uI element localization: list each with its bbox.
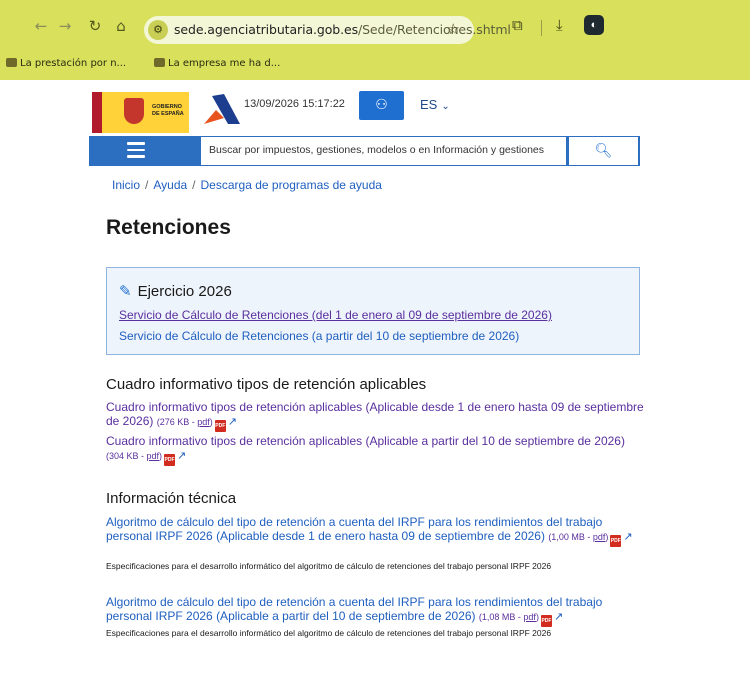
user-account-icon[interactable]: ⚇ — [359, 91, 404, 120]
breadcrumb-home[interactable]: Inicio — [112, 178, 140, 192]
file-size-close: ) — [535, 611, 539, 622]
browser-toolbar: ← → ↻ ⌂ ⚙ sede.agenciatributaria.gob.es/… — [0, 0, 750, 80]
url-host: sede.agenciatributaria.gob.es — [174, 22, 358, 37]
file-size-text: (1,08 MB - — [478, 611, 524, 622]
main-navbar: Buscar por impuestos, gestiones, modelos… — [89, 136, 640, 166]
bookmark-label: La empresa me ha d... — [168, 58, 281, 69]
algoritmo-spec-2: Especificaciones para el desarrollo info… — [106, 628, 552, 638]
file-size: (1,08 MB - pdf) — [479, 612, 539, 622]
pdf-icon: PDF — [164, 453, 176, 466]
bookmark-item[interactable]: La empresa me ha d... — [154, 58, 280, 69]
home-icon[interactable]: ⌂ — [110, 14, 132, 38]
pdf-icon: PDF — [540, 614, 552, 627]
file-size-close: ) — [605, 531, 609, 542]
external-link-icon: ↗ — [623, 529, 633, 543]
file-format: pdf — [592, 531, 606, 542]
session-datetime: 13/09/2026 15:17:22 — [244, 98, 345, 110]
file-size-text: (304 KB - — [106, 450, 147, 461]
breadcrumb-separator: / — [145, 178, 149, 192]
external-link-icon: ↗ — [227, 414, 237, 428]
cuadro-link-1[interactable]: Cuadro informativo tipos de retención ap… — [106, 400, 646, 432]
page-title: Retenciones — [106, 216, 231, 239]
forward-icon[interactable]: → — [54, 14, 76, 38]
file-format: pdf — [523, 611, 536, 622]
file-size-text: (276 KB - — [156, 416, 198, 427]
address-bar[interactable]: ⚙ sede.agenciatributaria.gob.es/Sede/Ret… — [144, 16, 511, 44]
file-size-close: ) — [209, 416, 213, 427]
reload-icon[interactable]: ↻ — [84, 14, 106, 38]
algoritmo-link-text: Algoritmo de cálculo del tipo de retenci… — [106, 515, 603, 543]
tecnica-heading: Información técnica — [106, 490, 237, 507]
pdf-icon: PDF — [214, 419, 226, 432]
url-path: /Sede/Retenciones.shtml — [357, 22, 511, 37]
breadcrumb-descarga[interactable]: Descarga de programas de ayuda — [201, 178, 382, 192]
address-row: ← → ↻ ⌂ ⚙ sede.agenciatributaria.gob.es/… — [0, 14, 750, 44]
language-code: ES — [420, 97, 438, 112]
algoritmo-link-2[interactable]: Algoritmo de cálculo del tipo de retenci… — [106, 595, 646, 627]
toolbar-divider — [541, 20, 542, 36]
cuadro-link-text: Cuadro informativo tipos de retención ap… — [106, 434, 625, 448]
file-size: (1,00 MB - pdf) — [548, 532, 608, 542]
file-format: pdf — [146, 450, 160, 461]
profile-avatar-icon[interactable]: ◐ — [584, 15, 604, 35]
breadcrumb: Inicio / Ayuda / Descarga de programas de ay… — [112, 178, 382, 192]
site-info-icon[interactable]: ⚙ — [148, 20, 168, 40]
language-selector[interactable]: ES ⌄ — [420, 97, 450, 112]
ejercicio-title-text: Ejercicio 2026 — [137, 283, 232, 300]
bookmark-item[interactable]: La prestación por n... — [6, 58, 126, 69]
search-icon[interactable]: 🔍︎ — [569, 137, 638, 165]
gobierno-logo[interactable]: GOBIERNO DE ESPAÑA — [92, 92, 189, 133]
search-placeholder: Buscar por impuestos, gestiones, modelos… — [209, 144, 545, 156]
gobierno-logo-text: GOBIERNO DE ESPAÑA — [152, 104, 184, 117]
menu-icon[interactable] — [127, 142, 145, 158]
bookmark-favicon-icon — [154, 58, 165, 67]
ejercicio-title: ✎ Ejercicio 2026 — [119, 282, 232, 300]
algoritmo-link-1[interactable]: Algoritmo de cálculo del tipo de retenci… — [106, 515, 646, 547]
bookmark-favicon-icon — [6, 58, 17, 67]
file-size: (276 KB - pdf) — [157, 417, 213, 427]
pdf-icon: PDF — [610, 534, 622, 547]
algoritmo-spec-1: Especificaciones para el desarrollo info… — [106, 561, 552, 571]
calculo-link-desde-sept[interactable]: Servicio de Cálculo de Retenciones (a pa… — [119, 329, 519, 343]
download-icon[interactable]: ⤓ — [556, 16, 563, 34]
ejercicio-panel: ✎ Ejercicio 2026 Servicio de Cálculo de R… — [106, 267, 640, 355]
breadcrumb-ayuda[interactable]: Ayuda — [153, 178, 187, 192]
file-size-close: ) — [159, 450, 163, 461]
bookmarks-bar: La prestación por n... La empresa me ha … — [0, 58, 750, 76]
url-text[interactable]: sede.agenciatributaria.gob.es/Sede/Reten… — [174, 22, 511, 37]
cuadro-link-2[interactable]: Cuadro informativo tipos de retención ap… — [106, 434, 646, 466]
external-link-icon: ↗ — [177, 448, 187, 462]
bookmark-star-icon[interactable]: ☆ — [447, 20, 460, 38]
coat-of-arms-icon — [124, 98, 144, 124]
file-size-text: (1,00 MB - — [548, 531, 593, 542]
calculo-link-hasta-sept[interactable]: Servicio de Cálculo de Retenciones (del … — [119, 308, 552, 322]
file-size: (304 KB - pdf) — [106, 451, 162, 461]
breadcrumb-separator: / — [192, 178, 196, 192]
bookmark-label: La prestación por n... — [20, 58, 127, 69]
file-format: pdf — [197, 416, 210, 427]
back-icon[interactable]: ← — [30, 14, 52, 38]
agencia-tributaria-logo-icon[interactable] — [202, 90, 242, 126]
extensions-icon[interactable]: ⧉ — [512, 16, 523, 34]
edit-pencil-icon: ✎ — [119, 282, 132, 300]
external-link-icon: ↗ — [553, 609, 564, 623]
cuadro-heading: Cuadro informativo tipos de retención ap… — [106, 376, 427, 393]
chevron-down-icon: ⌄ — [441, 101, 450, 112]
search-input[interactable]: Buscar por impuestos, gestiones, modelos… — [201, 137, 566, 165]
